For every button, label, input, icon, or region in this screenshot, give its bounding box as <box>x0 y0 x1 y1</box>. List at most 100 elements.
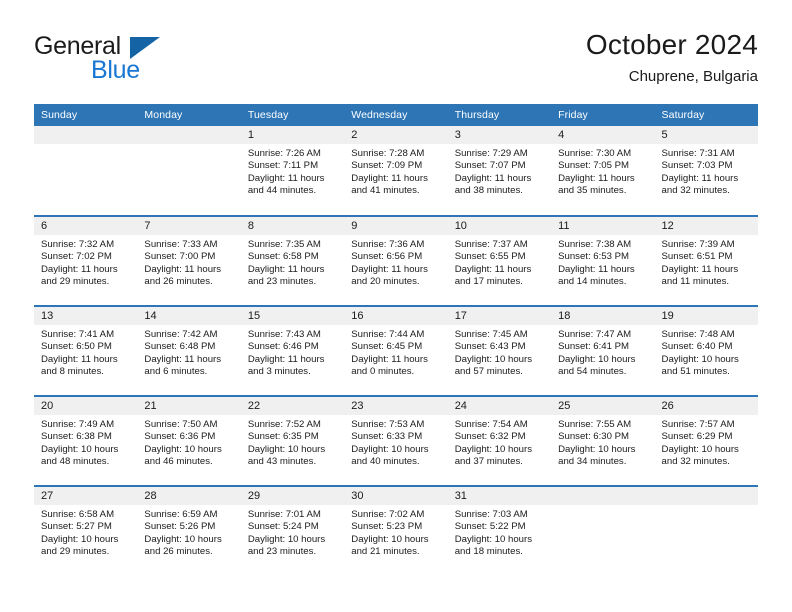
calendar-day-cell[interactable]: 25 Sunrise: 7:55 AM Sunset: 6:30 PM Dayligh… <box>551 395 655 486</box>
sunset-time: Sunset: 6:53 PM <box>558 251 630 263</box>
sunrise-time: Sunrise: 7:28 AM <box>351 148 425 159</box>
sunrise-time: Sunrise: 7:50 AM <box>144 419 218 430</box>
sunrise-time: Sunrise: 7:53 AM <box>351 419 425 430</box>
day-number: 10 <box>447 217 552 235</box>
sunset-time: Sunset: 6:35 PM <box>247 431 319 443</box>
calendar-day-cell[interactable]: 26 Sunrise: 7:57 AM Sunset: 6:29 PM Dayligh… <box>654 395 758 486</box>
calendar-day-cell[interactable]: 3 Sunrise: 7:29 AM Sunset: 7:07 PM Daylight… <box>447 126 552 216</box>
calendar-day-cell[interactable]: 12 Sunrise: 7:39 AM Sunset: 6:51 PM Dayligh… <box>654 215 758 306</box>
daylight-duration-line1: Daylight: 10 hours <box>454 533 533 545</box>
page-subtitle-location: Chuprene, Bulgaria <box>628 68 758 85</box>
weekday-header-friday: Friday <box>551 104 655 126</box>
sunset-time: Sunset: 7:09 PM <box>351 160 423 172</box>
day-number: 15 <box>240 307 345 325</box>
daylight-duration-line2: and 54 minutes. <box>558 366 627 378</box>
calendar-week-row: 20 Sunrise: 7:49 AM Sunset: 6:38 PM Dayligh… <box>34 395 758 486</box>
sunset-time: Sunset: 6:48 PM <box>144 341 216 353</box>
daylight-duration-line2: and 46 minutes. <box>144 456 213 468</box>
calendar-day-cell[interactable]: 17 Sunrise: 7:45 AM Sunset: 6:43 PM Dayligh… <box>447 305 552 396</box>
calendar-day-cell[interactable]: 14 Sunrise: 7:42 AM Sunset: 6:48 PM Dayligh… <box>137 305 241 396</box>
calendar-day-cell[interactable]: 15 Sunrise: 7:43 AM Sunset: 6:46 PM Dayligh… <box>240 305 345 396</box>
daylight-duration-line1: Daylight: 10 hours <box>351 533 429 545</box>
day-number: 22 <box>240 397 345 415</box>
weekday-header-monday: Monday <box>137 104 241 126</box>
sunset-time: Sunset: 6:36 PM <box>144 431 216 443</box>
day-details: Sunrise: 7:42 AM Sunset: 6:48 PM Daylight:… <box>137 325 240 379</box>
page-header: General Blue October 2024 Chuprene, Bulg… <box>34 28 758 96</box>
calendar-empty-cell <box>654 485 758 576</box>
sunrise-time: Sunrise: 7:41 AM <box>41 329 115 340</box>
calendar-week-row: 6 Sunrise: 7:32 AM Sunset: 7:02 PM Daylight… <box>34 215 758 306</box>
calendar-day-cell[interactable]: 9 Sunrise: 7:36 AM Sunset: 6:56 PM Daylight… <box>344 215 448 306</box>
calendar-day-cell[interactable]: 19 Sunrise: 7:48 AM Sunset: 6:40 PM Dayligh… <box>654 305 758 396</box>
day-number: 24 <box>447 397 552 415</box>
day-details: Sunrise: 7:55 AM Sunset: 6:30 PM Daylight:… <box>551 415 654 469</box>
day-number: 31 <box>447 487 552 505</box>
day-details: Sunrise: 7:50 AM Sunset: 6:36 PM Daylight:… <box>137 415 240 469</box>
daylight-duration-line2: and 18 minutes. <box>454 546 523 558</box>
calendar-day-cell[interactable]: 28 Sunrise: 6:59 AM Sunset: 5:26 PM Dayligh… <box>137 485 241 576</box>
day-details: Sunrise: 7:29 AM Sunset: 7:07 PM Daylight:… <box>448 144 551 198</box>
calendar-day-cell[interactable]: 29 Sunrise: 7:01 AM Sunset: 5:24 PM Dayligh… <box>240 485 345 576</box>
sunrise-time: Sunrise: 7:30 AM <box>558 148 632 159</box>
sunset-time: Sunset: 6:46 PM <box>247 341 319 353</box>
calendar-week-row: 1 Sunrise: 7:26 AM Sunset: 7:11 PM Daylight… <box>34 126 758 216</box>
sunset-time: Sunset: 6:50 PM <box>41 341 112 353</box>
calendar-day-cell[interactable]: 18 Sunrise: 7:47 AM Sunset: 6:41 PM Dayligh… <box>551 305 655 396</box>
calendar-day-cell[interactable]: 4 Sunrise: 7:30 AM Sunset: 7:05 PM Daylight… <box>551 126 655 216</box>
day-details: Sunrise: 7:28 AM Sunset: 7:09 PM Daylight:… <box>344 144 447 198</box>
daylight-duration-line1: Daylight: 11 hours <box>661 172 739 184</box>
sunrise-time: Sunrise: 7:57 AM <box>661 419 735 430</box>
calendar-day-cell[interactable]: 11 Sunrise: 7:38 AM Sunset: 6:53 PM Dayligh… <box>551 215 655 306</box>
daylight-duration-line2: and 26 minutes. <box>144 546 213 558</box>
day-number: 28 <box>137 487 241 505</box>
day-number: 8 <box>240 217 345 235</box>
calendar-grid: Sunday Monday Tuesday Wednesday Thursday… <box>34 104 758 576</box>
weekday-header-wednesday: Wednesday <box>344 104 448 126</box>
calendar-day-cell[interactable]: 24 Sunrise: 7:54 AM Sunset: 6:32 PM Dayligh… <box>447 395 552 486</box>
calendar-day-cell[interactable]: 1 Sunrise: 7:26 AM Sunset: 7:11 PM Daylight… <box>240 126 345 216</box>
calendar-day-cell[interactable]: 21 Sunrise: 7:50 AM Sunset: 6:36 PM Dayligh… <box>137 395 241 486</box>
calendar-day-cell[interactable]: 8 Sunrise: 7:35 AM Sunset: 6:58 PM Daylight… <box>240 215 345 306</box>
day-details: Sunrise: 6:58 AM Sunset: 5:27 PM Daylight:… <box>34 505 137 559</box>
calendar-day-cell[interactable]: 27 Sunrise: 6:58 AM Sunset: 5:27 PM Dayligh… <box>34 485 138 576</box>
daylight-duration-line2: and 41 minutes. <box>351 185 420 197</box>
day-details: Sunrise: 7:37 AM Sunset: 6:55 PM Daylight:… <box>448 235 551 289</box>
calendar-day-cell[interactable]: 23 Sunrise: 7:53 AM Sunset: 6:33 PM Dayligh… <box>344 395 448 486</box>
day-details: Sunrise: 7:26 AM Sunset: 7:11 PM Daylight:… <box>241 144 344 198</box>
daylight-duration-line1: Daylight: 11 hours <box>41 263 118 275</box>
sunrise-time: Sunrise: 7:55 AM <box>558 419 632 430</box>
day-number: 11 <box>551 217 655 235</box>
calendar-empty-cell <box>34 126 138 216</box>
sunset-time: Sunset: 6:55 PM <box>454 251 526 263</box>
calendar-day-cell[interactable]: 16 Sunrise: 7:44 AM Sunset: 6:45 PM Dayligh… <box>344 305 448 396</box>
daylight-duration-line1: Daylight: 10 hours <box>661 443 739 455</box>
general-blue-logo[interactable]: General Blue <box>34 28 264 86</box>
calendar-day-cell[interactable]: 2 Sunrise: 7:28 AM Sunset: 7:09 PM Daylight… <box>344 126 448 216</box>
sunrise-time: Sunrise: 6:58 AM <box>41 509 115 520</box>
calendar-day-cell[interactable]: 6 Sunrise: 7:32 AM Sunset: 7:02 PM Daylight… <box>34 215 138 306</box>
daylight-duration-line1: Daylight: 10 hours <box>661 353 739 365</box>
calendar-day-cell[interactable]: 20 Sunrise: 7:49 AM Sunset: 6:38 PM Dayligh… <box>34 395 138 486</box>
daylight-duration-line1: Daylight: 11 hours <box>558 172 635 184</box>
daylight-duration-line1: Daylight: 10 hours <box>247 533 326 545</box>
day-details: Sunrise: 7:47 AM Sunset: 6:41 PM Daylight:… <box>551 325 654 379</box>
day-number: 23 <box>344 397 448 415</box>
calendar-day-cell[interactable]: 31 Sunrise: 7:03 AM Sunset: 5:22 PM Dayligh… <box>447 485 552 576</box>
day-details: Sunrise: 7:49 AM Sunset: 6:38 PM Daylight:… <box>34 415 137 469</box>
calendar-day-cell[interactable]: 7 Sunrise: 7:33 AM Sunset: 7:00 PM Daylight… <box>137 215 241 306</box>
calendar-table: Sunday Monday Tuesday Wednesday Thursday… <box>34 104 758 576</box>
calendar-day-cell[interactable]: 10 Sunrise: 7:37 AM Sunset: 6:55 PM Dayligh… <box>447 215 552 306</box>
daylight-duration-line1: Daylight: 10 hours <box>454 443 533 455</box>
calendar-day-cell[interactable]: 5 Sunrise: 7:31 AM Sunset: 7:03 PM Daylight… <box>654 126 758 216</box>
day-details: Sunrise: 7:35 AM Sunset: 6:58 PM Daylight:… <box>241 235 344 289</box>
calendar-day-cell[interactable]: 22 Sunrise: 7:52 AM Sunset: 6:35 PM Dayligh… <box>240 395 345 486</box>
sunset-time: Sunset: 7:00 PM <box>144 251 216 263</box>
calendar-day-cell[interactable]: 13 Sunrise: 7:41 AM Sunset: 6:50 PM Dayligh… <box>34 305 138 396</box>
daylight-duration-line1: Daylight: 11 hours <box>144 263 222 275</box>
daylight-duration-line1: Daylight: 11 hours <box>454 263 532 275</box>
day-number: 27 <box>34 487 138 505</box>
daylight-duration-line1: Daylight: 11 hours <box>351 353 428 365</box>
sunrise-time: Sunrise: 7:42 AM <box>144 329 218 340</box>
calendar-day-cell[interactable]: 30 Sunrise: 7:02 AM Sunset: 5:23 PM Dayligh… <box>344 485 448 576</box>
